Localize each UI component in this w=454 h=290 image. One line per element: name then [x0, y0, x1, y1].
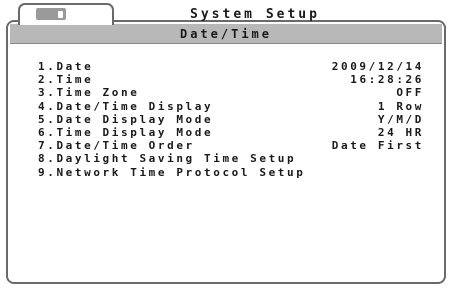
- menu-item-date-time-display[interactable]: 4.Date/Time Display 1 Row: [38, 100, 424, 113]
- panel-header-label: Date/Time: [179, 26, 273, 41]
- window-title: System Setup: [190, 7, 320, 22]
- memory-card-notch: [58, 10, 63, 18]
- menu-item-label: 4.Date/Time Display: [38, 99, 214, 113]
- menu-item-value: Date First: [331, 139, 424, 153]
- date-time-menu: 1.Date 2009/12/14 2.Time 16:28:26 3.Time…: [38, 60, 424, 179]
- menu-item-label: 8.Daylight Saving Time Setup: [38, 152, 297, 166]
- menu-item-value: 24 HR: [377, 126, 424, 140]
- memory-card-icon: [36, 8, 66, 20]
- window-tab: [18, 3, 114, 25]
- menu-item-daylight-saving[interactable]: 8.Daylight Saving Time Setup: [38, 152, 424, 165]
- menu-item-date-time-order[interactable]: 7.Date/Time Order Date First: [38, 139, 424, 152]
- menu-item-value: 16:28:26: [350, 73, 424, 87]
- menu-item-date[interactable]: 1.Date 2009/12/14: [38, 60, 424, 73]
- menu-item-label: 1.Date: [38, 60, 94, 74]
- menu-item-date-display-mode[interactable]: 5.Date Display Mode Y/M/D: [38, 113, 424, 126]
- menu-item-value: 2009/12/14: [331, 60, 424, 74]
- menu-item-value: 1 Row: [377, 99, 424, 113]
- panel-header: Date/Time: [10, 24, 442, 44]
- menu-item-network-time-protocol[interactable]: 9.Network Time Protocol Setup: [38, 166, 424, 179]
- menu-item-label: 7.Date/Time Order: [38, 139, 195, 153]
- menu-item-label: 9.Network Time Protocol Setup: [38, 165, 306, 179]
- menu-item-label: 5.Date Display Mode: [38, 112, 214, 126]
- menu-item-label: 3.Time Zone: [38, 86, 140, 100]
- menu-item-value: Y/M/D: [377, 112, 424, 126]
- menu-item-label: 6.Time Display Mode: [38, 126, 214, 140]
- menu-item-label: 2.Time: [38, 73, 94, 87]
- menu-item-value: OFF: [396, 86, 424, 100]
- menu-item-time[interactable]: 2.Time 16:28:26: [38, 73, 424, 86]
- menu-item-time-display-mode[interactable]: 6.Time Display Mode 24 HR: [38, 126, 424, 139]
- menu-item-time-zone[interactable]: 3.Time Zone OFF: [38, 86, 424, 99]
